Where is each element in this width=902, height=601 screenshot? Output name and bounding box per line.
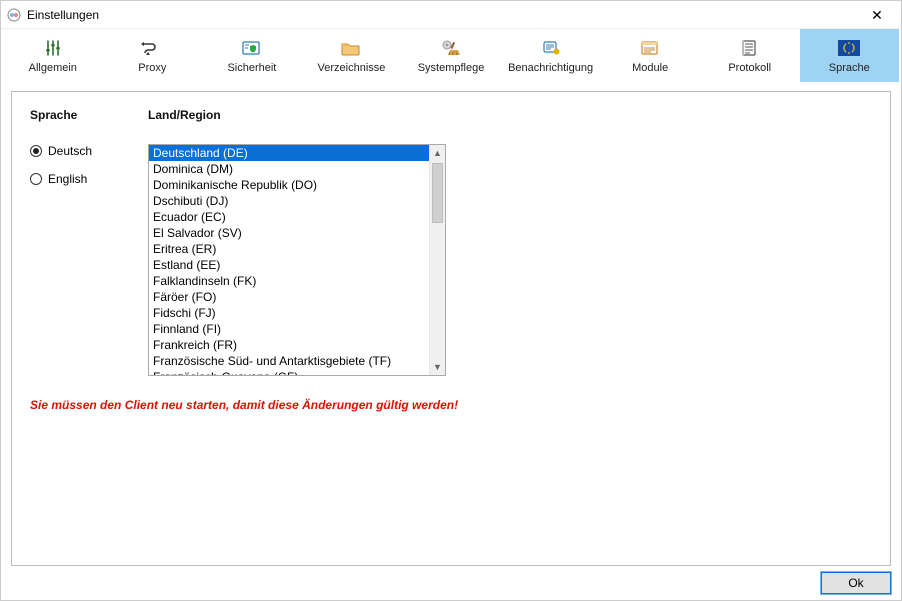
shield-card-icon: [241, 38, 263, 58]
list-item[interactable]: Französisch-Guayana (GF): [149, 369, 429, 375]
close-icon: ✕: [871, 8, 883, 22]
list-item[interactable]: Färöer (FO): [149, 289, 429, 305]
tab-label: Systempflege: [418, 62, 485, 74]
tab-label: Proxy: [138, 62, 166, 74]
tab-label: Sprache: [829, 62, 870, 74]
app-icon: [7, 8, 21, 22]
country-listbox[interactable]: Deutschland (DE)Dominica (DM)Dominikanis…: [148, 144, 446, 376]
restart-notice: Sie müssen den Client neu starten, damit…: [30, 398, 872, 412]
tab-label: Benachrichtigung: [508, 62, 593, 74]
sliders-icon: [42, 38, 64, 58]
list-item[interactable]: Ecuador (EC): [149, 209, 429, 225]
window-title: Einstellungen: [27, 8, 859, 22]
content-area: Sprache Deutsch English Land/Region Deut…: [1, 83, 901, 570]
titlebar: Einstellungen ✕: [1, 1, 901, 29]
radio-english[interactable]: English: [30, 172, 148, 186]
tab-module[interactable]: Module: [600, 29, 700, 82]
tab-label: Verzeichnisse: [318, 62, 386, 74]
ok-label: Ok: [848, 576, 863, 590]
dialog-footer: Ok: [1, 570, 901, 600]
radio-label: Deutsch: [48, 144, 92, 158]
list-item[interactable]: Deutschland (DE): [149, 145, 429, 161]
folder-icon: [340, 38, 362, 58]
tab-toolbar: Allgemein Proxy Sicherheit: [1, 29, 901, 83]
radio-label: English: [48, 172, 87, 186]
list-item[interactable]: Falklandinseln (FK): [149, 273, 429, 289]
list-item[interactable]: El Salvador (SV): [149, 225, 429, 241]
radio-icon: [30, 173, 42, 185]
tab-label: Protokoll: [728, 62, 771, 74]
region-header: Land/Region: [148, 108, 446, 122]
close-button[interactable]: ✕: [859, 1, 895, 28]
list-item[interactable]: Dschibuti (DJ): [149, 193, 429, 209]
tab-benachrichtigung[interactable]: Benachrichtigung: [501, 29, 601, 82]
broom-gear-icon: [440, 38, 462, 58]
settings-window: Einstellungen ✕ Allgemein: [0, 0, 902, 601]
tab-label: Sicherheit: [227, 62, 276, 74]
scroll-up-icon[interactable]: ▲: [430, 145, 445, 161]
tab-verzeichnisse[interactable]: Verzeichnisse: [302, 29, 402, 82]
tab-sicherheit[interactable]: Sicherheit: [202, 29, 302, 82]
list-item[interactable]: Finnland (FI): [149, 321, 429, 337]
scrollbar[interactable]: ▲ ▼: [429, 145, 445, 375]
module-icon: [639, 38, 661, 58]
radio-icon: [30, 145, 42, 157]
tab-proxy[interactable]: Proxy: [103, 29, 203, 82]
tab-label: Allgemein: [29, 62, 77, 74]
radio-deutsch[interactable]: Deutsch: [30, 144, 148, 158]
eu-flag-icon: [838, 38, 860, 58]
list-item[interactable]: Dominikanische Republik (DO): [149, 177, 429, 193]
settings-panel: Sprache Deutsch English Land/Region Deut…: [11, 91, 891, 566]
log-icon: [739, 38, 761, 58]
list-item[interactable]: Estland (EE): [149, 257, 429, 273]
tab-allgemein[interactable]: Allgemein: [3, 29, 103, 82]
tab-systempflege[interactable]: Systempflege: [401, 29, 501, 82]
notification-icon: [540, 38, 562, 58]
list-item[interactable]: Dominica (DM): [149, 161, 429, 177]
list-item[interactable]: Französische Süd- und Antarktisgebiete (…: [149, 353, 429, 369]
ok-button[interactable]: Ok: [821, 572, 891, 594]
list-item[interactable]: Fidschi (FJ): [149, 305, 429, 321]
scroll-down-icon[interactable]: ▼: [430, 359, 445, 375]
route-icon: [141, 38, 163, 58]
list-item[interactable]: Frankreich (FR): [149, 337, 429, 353]
tab-label: Module: [632, 62, 668, 74]
list-item[interactable]: Eritrea (ER): [149, 241, 429, 257]
scroll-thumb[interactable]: [432, 163, 443, 223]
tab-sprache[interactable]: Sprache: [800, 29, 900, 82]
tab-protokoll[interactable]: Protokoll: [700, 29, 800, 82]
language-header: Sprache: [30, 108, 148, 122]
